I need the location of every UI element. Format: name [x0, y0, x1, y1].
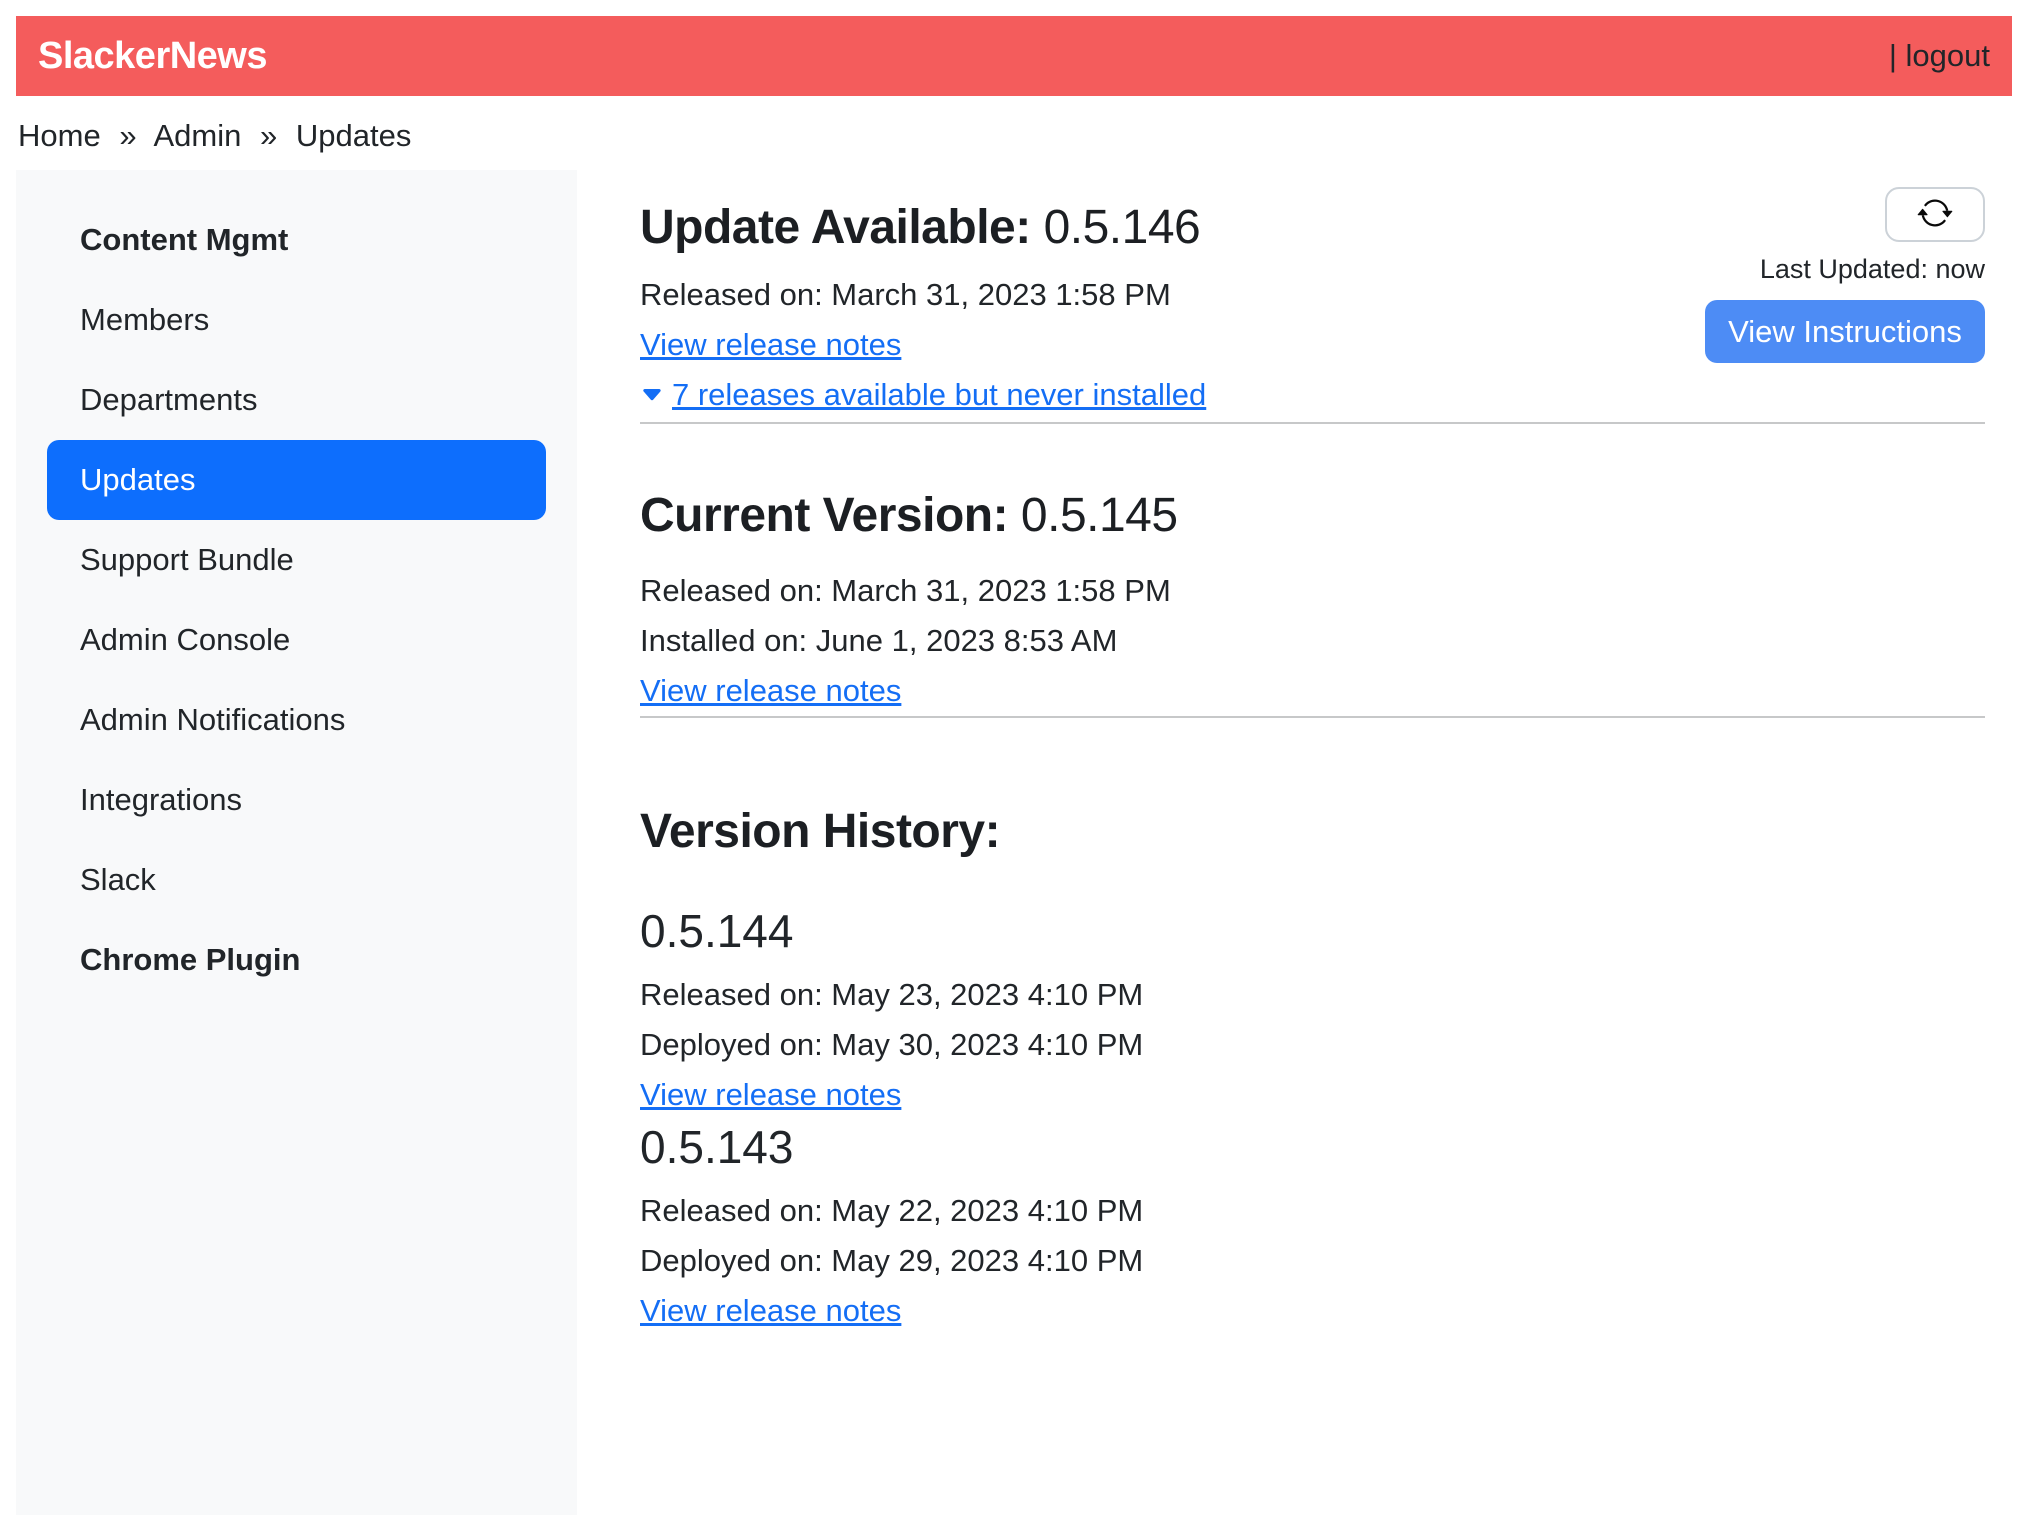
update-available-section: Update Available: 0.5.146 Released on: M…	[640, 202, 1985, 422]
update-available-version: 0.5.146	[1044, 201, 1201, 254]
breadcrumb-admin[interactable]: Admin	[153, 118, 241, 153]
version-history-entry: 0.5.143 Released on: May 22, 2023 4:10 P…	[640, 1120, 1985, 1336]
releases-available-link[interactable]: 7 releases available but never installed	[640, 377, 1206, 412]
breadcrumb-separator: »	[109, 118, 146, 153]
section-divider	[640, 716, 1985, 718]
sidebar-item-integrations[interactable]: Integrations	[47, 760, 546, 840]
sidebar-item-admin-console[interactable]: Admin Console	[47, 600, 546, 680]
current-release-notes-link[interactable]: View release notes	[640, 673, 901, 708]
refresh-icon	[1917, 195, 1953, 234]
sidebar-item-support-bundle[interactable]: Support Bundle	[47, 520, 546, 600]
history-released-on: Released on: May 22, 2023 4:10 PM	[640, 1186, 1985, 1236]
current-version-heading: Current Version: 0.5.145	[640, 490, 1985, 542]
section-divider	[640, 422, 1985, 424]
view-instructions-button[interactable]: View Instructions	[1705, 300, 1985, 363]
breadcrumb: Home » Admin » Updates	[18, 116, 2012, 156]
caret-down-icon	[640, 372, 664, 422]
current-version-label: Current Version:	[640, 489, 1008, 542]
breadcrumb-home[interactable]: Home	[18, 118, 101, 153]
history-deployed-on: Deployed on: May 30, 2023 4:10 PM	[640, 1020, 1985, 1070]
sidebar-item-chrome-plugin[interactable]: Chrome Plugin	[47, 920, 546, 1000]
sidebar-item-slack[interactable]: Slack	[47, 840, 546, 920]
version-history-entry: 0.5.144 Released on: May 23, 2023 4:10 P…	[640, 904, 1985, 1120]
current-version-number: 0.5.145	[1021, 489, 1178, 542]
history-release-notes-link[interactable]: View release notes	[640, 1293, 901, 1328]
history-version-number: 0.5.143	[640, 1120, 1985, 1174]
last-updated-text: Last Updated: now	[1760, 252, 1985, 286]
logout-link[interactable]: | logout	[1889, 38, 1990, 74]
sidebar-item-members[interactable]: Members	[47, 280, 546, 360]
current-released-on: Released on: March 31, 2023 1:58 PM	[640, 566, 1985, 616]
version-history-heading: Version History:	[640, 806, 1985, 858]
update-released-on: Released on: March 31, 2023 1:58 PM	[640, 270, 1206, 320]
current-version-section: Current Version: 0.5.145 Released on: Ma…	[640, 490, 1985, 716]
history-deployed-on: Deployed on: May 29, 2023 4:10 PM	[640, 1236, 1985, 1286]
top-bar: SlackerNews | logout	[16, 16, 2012, 96]
update-release-notes-link[interactable]: View release notes	[640, 327, 901, 362]
admin-sidebar: Content Mgmt Members Departments Updates…	[16, 170, 577, 1515]
breadcrumb-current: Updates	[296, 118, 411, 153]
refresh-button[interactable]	[1885, 187, 1985, 242]
sidebar-item-content-mgmt[interactable]: Content Mgmt	[47, 200, 546, 280]
page-layout: Content Mgmt Members Departments Updates…	[0, 170, 2028, 1515]
history-released-on: Released on: May 23, 2023 4:10 PM	[640, 970, 1985, 1020]
updates-main: Update Available: 0.5.146 Released on: M…	[577, 170, 2012, 1336]
update-available-heading: Update Available: 0.5.146	[640, 202, 1206, 254]
releases-available-label: 7 releases available but never installed	[672, 377, 1206, 412]
app-brand: SlackerNews	[38, 35, 267, 78]
update-available-label: Update Available:	[640, 201, 1031, 254]
sidebar-item-updates[interactable]: Updates	[47, 440, 546, 520]
history-version-number: 0.5.144	[640, 904, 1985, 958]
breadcrumb-separator: »	[250, 118, 287, 153]
version-history-section: Version History: 0.5.144 Released on: Ma…	[640, 806, 1985, 1336]
history-release-notes-link[interactable]: View release notes	[640, 1077, 901, 1112]
current-installed-on: Installed on: June 1, 2023 8:53 AM	[640, 616, 1985, 666]
sidebar-item-admin-notifications[interactable]: Admin Notifications	[47, 680, 546, 760]
sidebar-item-departments[interactable]: Departments	[47, 360, 546, 440]
